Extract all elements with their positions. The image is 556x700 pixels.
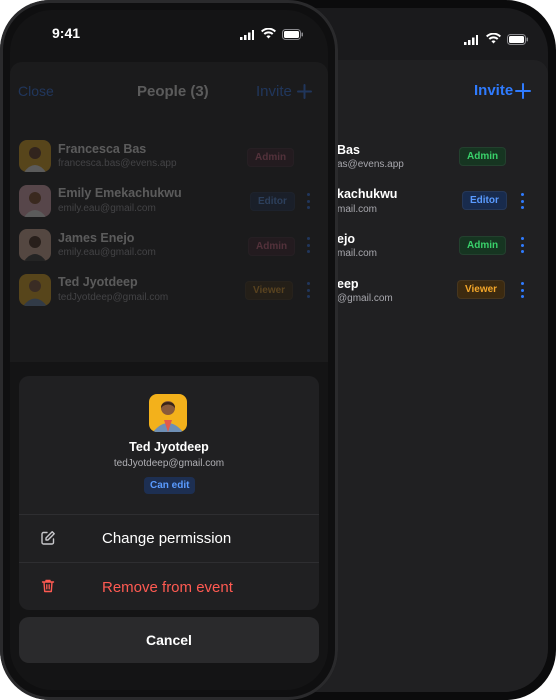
back-invite-button[interactable]: Invite bbox=[474, 82, 513, 99]
back-row-name: ejo bbox=[337, 232, 356, 246]
person-name: Ted Jyotdeep bbox=[58, 275, 138, 289]
avatar bbox=[19, 229, 51, 261]
battery-icon bbox=[507, 32, 529, 50]
vertical-dots-icon[interactable] bbox=[306, 193, 310, 209]
avatar bbox=[149, 394, 187, 432]
role-badge-viewer[interactable]: Viewer bbox=[457, 280, 506, 299]
vertical-dots-icon[interactable] bbox=[520, 237, 524, 253]
back-row-email: @gmail.com bbox=[337, 293, 393, 304]
role-badge-viewer[interactable]: Viewer bbox=[245, 281, 294, 300]
page-title: People (3) bbox=[137, 83, 209, 100]
plus-icon[interactable] bbox=[515, 83, 531, 104]
role-badge-admin: Admin bbox=[459, 147, 507, 166]
back-row-name: kachukwu bbox=[337, 187, 398, 201]
person-name: James Enejo bbox=[58, 231, 135, 245]
person-email: tedJyotdeep@gmail.com bbox=[58, 292, 169, 303]
remove-from-event-button[interactable]: Remove from event bbox=[19, 563, 319, 610]
person-email: francesca.bas@evens.app bbox=[58, 158, 177, 169]
vertical-dots-icon[interactable] bbox=[306, 237, 310, 253]
cellular-signal-icon bbox=[464, 32, 478, 50]
back-row-name: eep bbox=[337, 277, 359, 291]
role-badge-admin[interactable]: Admin bbox=[459, 236, 507, 255]
change-permission-button[interactable]: Change permission bbox=[19, 515, 319, 563]
vertical-dots-icon[interactable] bbox=[520, 282, 524, 298]
person-email: emily.eau@gmail.com bbox=[58, 247, 156, 258]
cancel-button[interactable]: Cancel bbox=[19, 617, 319, 663]
back-row-email: as@evens.app bbox=[337, 159, 404, 170]
back-row-email: mail.com bbox=[337, 204, 378, 215]
close-button[interactable]: Close bbox=[18, 83, 54, 99]
back-row-email: mail.com bbox=[337, 248, 378, 259]
person-action-sheet: Ted Jyotdeep tedJyotdeep@gmail.com Can e… bbox=[19, 376, 319, 610]
sheet-person-email: tedJyotdeep@gmail.com bbox=[113, 458, 225, 469]
vertical-dots-icon[interactable] bbox=[306, 282, 310, 298]
sheet-person-name: Ted Jyotdeep bbox=[129, 440, 209, 454]
remove-from-event-label: Remove from event bbox=[102, 579, 233, 596]
person-name: Francesca Bas bbox=[58, 142, 147, 156]
dimmed-people-list: Close People (3) Invite Francesca Bas fr… bbox=[0, 0, 338, 370]
avatar bbox=[19, 274, 51, 306]
invite-button[interactable]: Invite bbox=[256, 83, 292, 100]
person-name: Emily Emekachukwu bbox=[58, 186, 182, 200]
wifi-icon bbox=[486, 31, 501, 49]
pencil-square-icon bbox=[40, 530, 56, 551]
person-email: emily.eau@gmail.com bbox=[58, 203, 156, 214]
role-badge-editor[interactable]: Editor bbox=[250, 192, 295, 211]
avatar bbox=[19, 185, 51, 217]
vertical-dots-icon[interactable] bbox=[520, 193, 524, 209]
avatar bbox=[19, 140, 51, 172]
role-badge-editor[interactable]: Editor bbox=[462, 191, 507, 210]
permission-badge: Can edit bbox=[144, 477, 196, 494]
change-permission-label: Change permission bbox=[102, 530, 232, 547]
role-badge-admin[interactable]: Admin bbox=[248, 237, 296, 256]
plus-icon[interactable] bbox=[297, 84, 312, 104]
trash-icon bbox=[40, 578, 56, 599]
back-row-name: Bas bbox=[337, 143, 360, 157]
role-badge-admin: Admin bbox=[247, 148, 295, 167]
